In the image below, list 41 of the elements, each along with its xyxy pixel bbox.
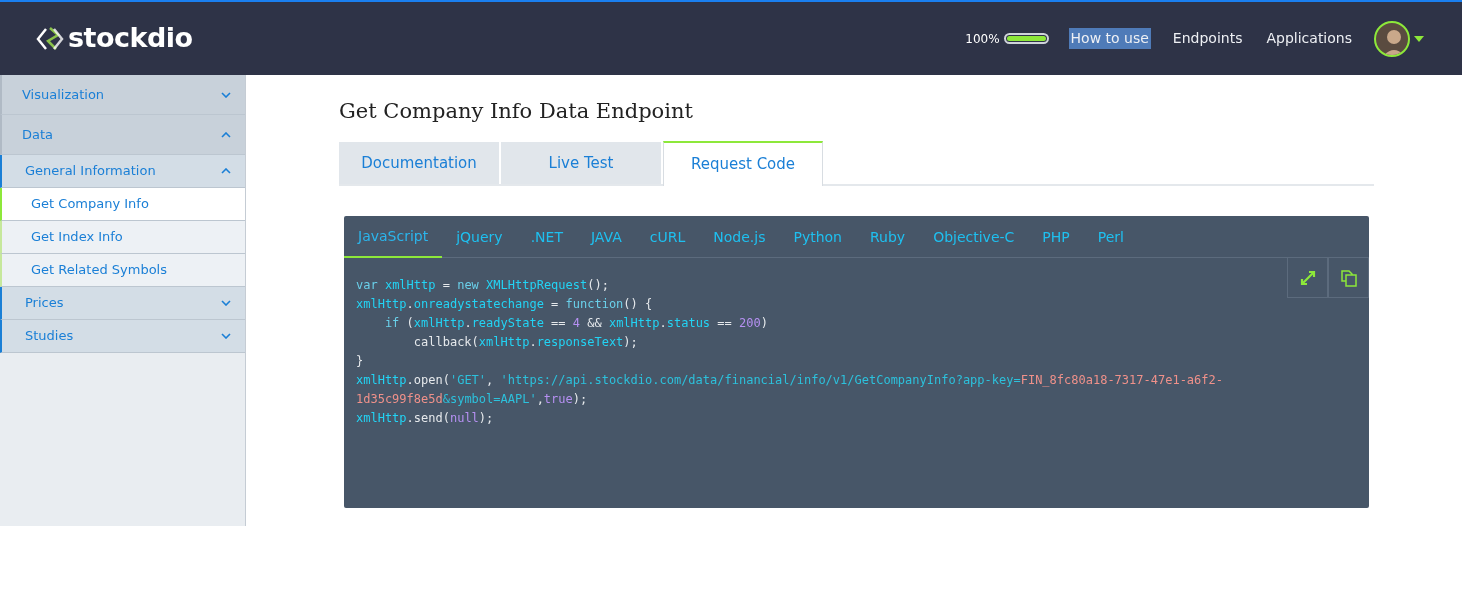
sidebar-item[interactable]: Get Index Info [0, 221, 245, 254]
tab[interactable]: Request Code [663, 141, 823, 187]
language-tab[interactable]: Node.js [699, 216, 780, 259]
language-tab[interactable]: Objective-C [919, 216, 1029, 259]
copy-icon [1339, 268, 1358, 287]
caret-icon[interactable] [1414, 35, 1424, 42]
language-tab[interactable]: jQuery [442, 216, 517, 259]
chevron-up-icon [221, 168, 231, 174]
sidebar-item[interactable]: Prices [0, 287, 245, 320]
expand-icon [1299, 269, 1316, 286]
sidebar-item[interactable]: Data [0, 115, 245, 155]
code-text: var xmlHttp = new XMLHttpRequest(); xmlHttp.onreadystatechange = function() { if (xmlHttp.readyState == 4 && xmlHttp.status == 200) callback(xmlHttp.responseText); } xmlHttp.open('GET', 'https://api.stockdio.com/data/financial/info/v1/GetCompanyInfo?app-key=FIN_8fc80a18-7317-47e1-a6f2- 1d35c99f8e5d&symbol=AAPL',true); xmlHttp.send(null); [355, 277, 1224, 428]
avatar[interactable] [1374, 20, 1410, 57]
chevron-up-icon [221, 131, 231, 138]
sidebar-item[interactable]: Studies [0, 320, 245, 353]
nav-link[interactable]: How to use [1068, 28, 1151, 49]
brand-name[interactable]: stockdio [68, 18, 193, 59]
battery-reading: 100% [965, 30, 1000, 48]
expand-button[interactable] [1287, 258, 1328, 299]
sidebar-item[interactable]: Visualization [0, 75, 245, 115]
language-tab[interactable]: .NET [516, 216, 577, 259]
chevron-down-icon [221, 300, 231, 306]
language-tab[interactable]: JAVA [576, 216, 636, 259]
language-tab[interactable]: Perl [1083, 216, 1138, 259]
sidebar-item[interactable]: General Information [0, 155, 245, 188]
sidebar-item[interactable]: Get Related Symbols [0, 254, 245, 287]
copy-button[interactable] [1328, 258, 1369, 299]
chevron-down-icon [221, 91, 231, 98]
nav-link[interactable]: Endpoints [1170, 28, 1245, 49]
tab[interactable]: Live Test [501, 142, 661, 185]
language-tab[interactable]: Ruby [855, 216, 920, 259]
nav-link[interactable]: Applications [1264, 28, 1354, 49]
tab[interactable]: Documentation [339, 142, 499, 185]
language-tab[interactable]: cURL [635, 216, 700, 259]
language-tab[interactable]: JavaScript [344, 216, 443, 259]
page-title: Get Company Info Data Endpoint [339, 99, 694, 125]
language-tab[interactable]: PHP [1028, 216, 1084, 259]
language-tab[interactable]: Python [779, 216, 856, 259]
battery-meter [1003, 33, 1049, 44]
sidebar-item[interactable]: Get Company Info [0, 188, 245, 221]
chevron-down-icon [221, 333, 231, 339]
